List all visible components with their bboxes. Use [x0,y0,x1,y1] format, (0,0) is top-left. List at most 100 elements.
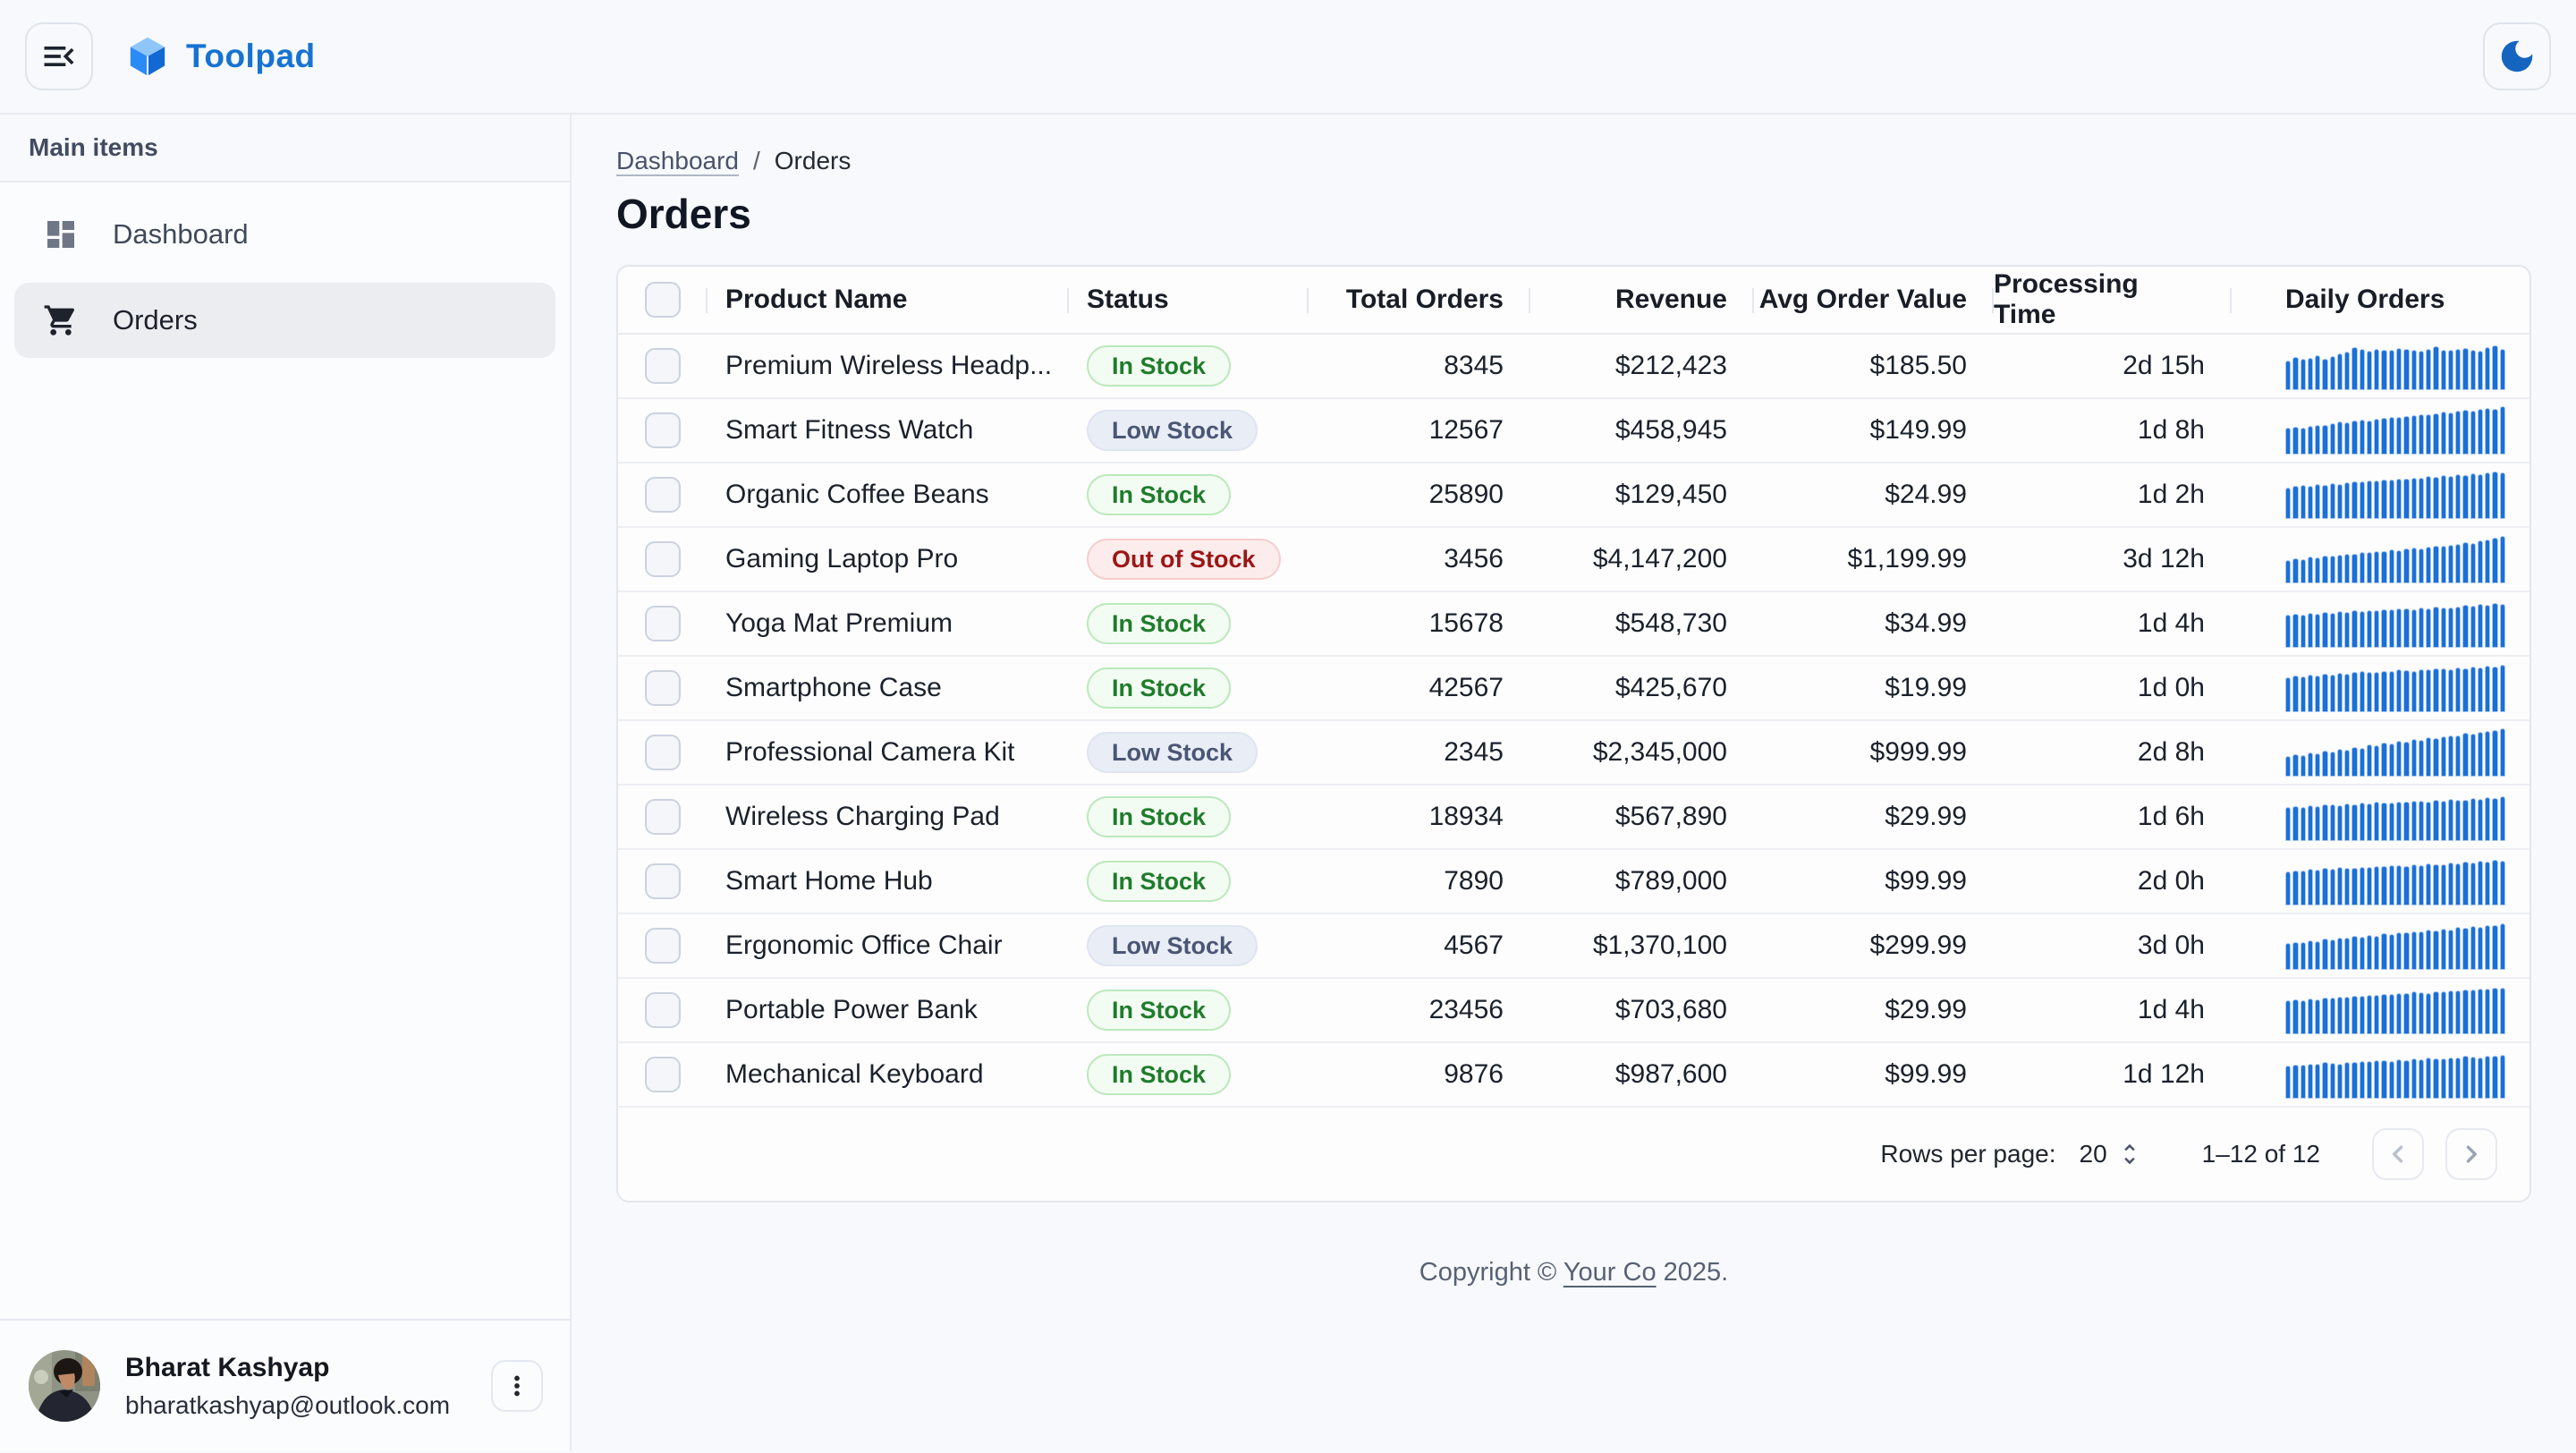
theme-toggle-button[interactable] [2483,22,2551,90]
sparkline-bar [2500,349,2505,390]
row-checkbox[interactable] [645,606,681,642]
processing-time-cell: 1d 0h [1994,657,2232,719]
sparkline-bar [2441,801,2446,841]
sparkline-bar [2360,611,2365,648]
sparkline-bar [2403,548,2409,583]
sparkline-bar [2337,805,2343,841]
sparkline-bar [2500,472,2505,519]
unfold-more-icon [2116,1141,2143,1168]
daily-orders-sparkline [2285,857,2505,905]
sparkline-bar [2301,676,2306,712]
sparkline-bar [2462,800,2468,841]
sparkline-bar [2285,807,2291,841]
sparkline-bar [2337,749,2343,777]
daily-orders-sparkline [2285,471,2505,519]
sparkline-bar [2441,1058,2446,1099]
sparkline-bar [2485,1056,2490,1099]
sparkline-bar [2292,1065,2298,1099]
column-header-total-orders[interactable]: Total Orders [1309,267,1530,333]
sparkline-bar [2351,747,2357,777]
sparkline-bar [2330,1063,2335,1099]
total-orders-cell: 18934 [1309,786,1530,848]
brand[interactable]: Toolpad [127,36,316,77]
company-link[interactable]: Your Co [1563,1258,1657,1287]
sparkline-bar [2301,428,2306,455]
sparkline-bar [2411,931,2417,970]
sparkline-bar [2337,997,2343,1034]
sparkline-bar [2351,421,2357,455]
sidebar-item-orders[interactable]: Orders [14,283,555,358]
sparkline-bar [2367,552,2372,583]
sparkline-bar [2485,797,2490,841]
status-cell: Low Stock [1069,914,1309,977]
sparkline-bar [2478,732,2483,777]
column-header-daily-orders[interactable]: Daily Orders [2232,267,2529,333]
table-body: Premium Wireless Headp...In Stock8345$21… [618,335,2529,1108]
status-badge: Low Stock [1087,925,1258,966]
sparkline-bar [2308,940,2313,970]
sparkline-bar [2322,998,2327,1034]
row-checkbox[interactable] [645,477,681,513]
row-checkbox[interactable] [645,928,681,964]
sparkline-bar [2396,802,2402,841]
sparkline-bar [2492,860,2497,905]
row-checkbox[interactable] [645,412,681,448]
column-header-product-name[interactable]: Product Name [708,267,1069,333]
sparkline-bar [2441,546,2446,583]
row-checkbox[interactable] [645,1057,681,1092]
sparkline-bar [2396,865,2402,905]
sparkline-bar [2403,608,2409,648]
sparkline-bar [2292,558,2298,583]
sparkline-bar [2403,802,2409,841]
sparkline-bar [2470,473,2476,519]
sparkline-bar [2367,867,2372,905]
sparkline-bar [2455,349,2461,390]
sparkline-bar [2396,550,2402,583]
row-checkbox[interactable] [645,799,681,835]
sparkline-bar [2292,754,2298,777]
row-checkbox[interactable] [645,670,681,706]
sparkline-bar [2308,1064,2313,1099]
sparkline-bar [2396,348,2402,390]
rows-per-page-select[interactable]: 20 [2080,1140,2143,1168]
status-cell: Low Stock [1069,721,1309,784]
sparkline-bar [2403,993,2409,1034]
row-checkbox[interactable] [645,992,681,1028]
pagination-bar: Rows per page: 20 1–12 of 12 [618,1108,2529,1201]
sparkline-bar [2419,931,2424,970]
row-checkbox[interactable] [645,541,681,577]
sparkline-bar [2492,603,2497,648]
collapse-menu-button[interactable] [25,22,93,90]
next-page-button[interactable] [2445,1128,2497,1180]
revenue-cell: $703,680 [1530,979,1754,1041]
previous-page-button[interactable] [2372,1128,2424,1180]
column-header-avg-order-value[interactable]: Avg Order Value [1754,267,1994,333]
sparkline-bar [2374,866,2379,905]
column-header-revenue[interactable]: Revenue [1530,267,1754,333]
breadcrumb-dashboard-link[interactable]: Dashboard [616,147,739,175]
sparkline-bar [2337,938,2343,970]
row-checkbox[interactable] [645,348,681,384]
sparkline-bar [2500,728,2505,777]
row-checkbox[interactable] [645,863,681,899]
product-name-text: Portable Power Bank [725,995,978,1025]
user-menu-button[interactable] [491,1360,543,1412]
sparkline-bar [2396,993,2402,1034]
select-all-checkbox[interactable] [645,282,681,318]
sparkline-bar [2485,472,2490,519]
processing-time-cell: 3d 0h [1994,914,2232,977]
sparkline-bar [2478,667,2483,712]
column-header-processing-time[interactable]: Processing Time [1994,267,2232,333]
sparkline-bar [2441,929,2446,970]
sparkline-bar [2337,611,2343,648]
sparkline-bar [2322,804,2327,841]
column-header-status[interactable]: Status [1069,267,1309,333]
avg-order-value-cell: $299.99 [1754,914,1994,977]
product-name-cell: Professional Camera Kit [708,721,1069,784]
sparkline-bar [2426,863,2431,905]
daily-orders-cell [2232,850,2529,913]
pagination-range: 1–12 of 12 [2202,1140,2320,1168]
sidebar-item-dashboard[interactable]: Dashboard [14,197,555,272]
sparkline-bar [2337,353,2343,390]
row-checkbox[interactable] [645,735,681,770]
